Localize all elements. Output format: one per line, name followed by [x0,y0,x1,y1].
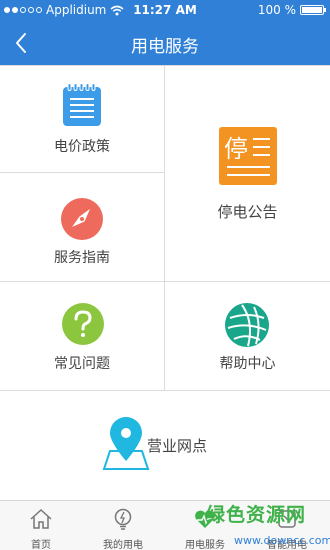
page-title: 用电服务 [131,37,199,57]
tab-my-power[interactable]: 我的用电 [82,501,164,550]
menu-item-help-center[interactable]: 帮助中心 [165,282,330,390]
menu-item-outage-notice[interactable]: 停 停电公告 [165,65,330,281]
tab-label: 首页 [31,540,51,550]
battery-percent: 100 % [257,3,296,17]
menu-label: 营业网点 [147,437,208,455]
home-icon [30,508,52,529]
battery-icon [300,5,326,15]
status-right: 100 % [257,3,326,17]
compass-icon [61,198,103,240]
menu-label: 停电公告 [217,203,278,221]
tab-home[interactable]: 首页 [0,501,82,550]
menu-label: 常见问题 [54,356,110,372]
watermark-title: 绿色资源网 [206,504,307,526]
nav-bar: 用电服务 [0,20,330,65]
watermark: 绿色资源网 www.downcc.com [184,500,330,550]
watermark-url: www.downcc.com [234,534,330,547]
service-menu-grid: 电价政策 停 停电公告 服务指南 常见问题 帮助中心 营业网点 [0,65,330,500]
outage-icon-char: 停 [224,135,248,163]
lightbulb-icon [114,508,132,530]
status-bar: Applidium 11:27 AM 100 % [0,0,330,20]
menu-label: 服务指南 [54,250,110,266]
menu-item-faq[interactable]: 常见问题 [0,282,164,390]
menu-item-service-outlets[interactable]: 营业网点 [0,391,330,500]
document-icon [63,83,101,126]
menu-label: 帮助中心 [219,356,276,372]
menu-item-service-guide[interactable]: 服务指南 [0,173,164,281]
globe-icon [225,303,269,347]
question-mark-icon [62,303,104,345]
menu-item-price-policy[interactable]: 电价政策 [0,65,164,172]
outage-notice-icon: 停 [219,127,277,185]
menu-label: 电价政策 [54,139,110,155]
tab-label: 我的用电 [103,540,143,550]
